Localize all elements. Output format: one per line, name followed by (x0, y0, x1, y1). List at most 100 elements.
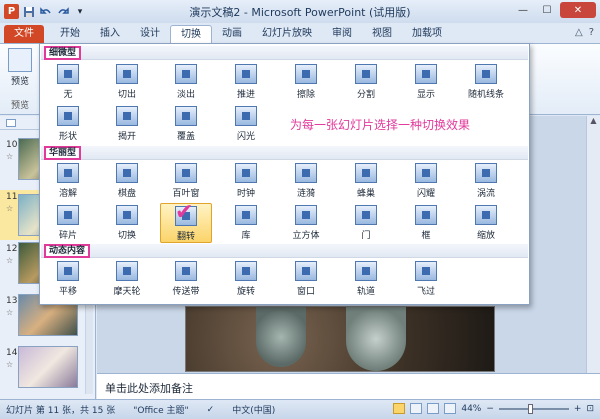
tab-design[interactable]: 设计 (130, 25, 170, 43)
tab-addins[interactable]: 加载项 (402, 25, 452, 43)
transition-item[interactable]: 门 (340, 203, 392, 243)
close-button[interactable]: ✕ (560, 2, 596, 18)
transition-item[interactable]: 擦除 (280, 62, 332, 102)
transition-item[interactable]: 缩放 (460, 203, 512, 243)
transition-item[interactable]: 立方体 (280, 203, 332, 243)
zoom-in-icon[interactable]: + (574, 404, 582, 414)
slide-number: 14 (6, 348, 18, 358)
transition-label: 库 (241, 231, 251, 241)
transition-icon (116, 205, 138, 225)
preview-group-name: 预览 (10, 101, 29, 111)
ribbon-minimize-icon[interactable]: △ (575, 27, 583, 38)
zoom-level[interactable]: 44% (461, 404, 481, 414)
transition-icon (355, 163, 377, 183)
transition-item[interactable]: 碎片 (42, 203, 94, 243)
transition-item[interactable]: 棋盘 (101, 161, 153, 201)
tab-review[interactable]: 审阅 (322, 25, 362, 43)
transition-label: 覆盖 (176, 132, 195, 142)
slide-number: 11 (6, 192, 18, 202)
transition-item[interactable]: 涡流 (460, 161, 512, 201)
help-icon[interactable]: ? (589, 27, 594, 38)
transition-item[interactable]: 溶解 (42, 161, 94, 201)
transition-item[interactable]: ✔ 翻转 (160, 202, 212, 243)
transition-item[interactable]: 推进 (220, 62, 272, 102)
transition-label: 棋盘 (117, 189, 136, 199)
window-title: 演示文稿2 - Microsoft PowerPoint (试用版) (189, 6, 411, 19)
preview-button[interactable]: 预览 (4, 48, 36, 87)
slide-vertical-scrollbar[interactable]: ▲ (586, 116, 600, 373)
transition-item[interactable]: 无 (42, 62, 94, 102)
language-status[interactable]: 中文(中国) (232, 403, 275, 416)
transition-label: 碎片 (58, 231, 77, 241)
transition-icon (295, 205, 317, 225)
scroll-up-icon[interactable]: ▲ (587, 116, 600, 128)
transition-icon (415, 261, 437, 281)
slide-number: 13 (6, 296, 18, 306)
transition-item[interactable]: 形状 (42, 104, 94, 144)
transition-icon (175, 261, 197, 281)
transition-item[interactable]: 随机线条 (460, 62, 512, 102)
transition-item[interactable]: 切换 (101, 203, 153, 243)
tab-home[interactable]: 开始 (50, 25, 90, 43)
fit-window-icon[interactable]: ⊡ (586, 404, 594, 414)
transition-item[interactable]: 库 (220, 203, 272, 243)
zoom-out-icon[interactable]: − (486, 404, 494, 414)
slide-canvas[interactable] (185, 306, 495, 372)
transition-label: 闪光 (236, 132, 255, 142)
gallery-section-header-exciting: 华丽型 (41, 146, 528, 160)
transition-label: 涟漪 (296, 189, 315, 199)
transition-item[interactable]: 显示 (400, 62, 452, 102)
tab-file[interactable]: 文件 (4, 25, 44, 43)
transition-item[interactable]: 闪耀 (400, 161, 452, 201)
transition-item[interactable]: 分割 (340, 62, 392, 102)
spellcheck-icon[interactable]: ✓ (207, 405, 215, 415)
transition-item[interactable]: 飞过 (400, 259, 452, 299)
transition-item[interactable]: 摩天轮 (101, 259, 153, 299)
transition-label: 随机线条 (467, 90, 504, 100)
zoom-slider[interactable] (498, 403, 569, 414)
ribbon-tabs: 文件 开始 插入 设计 切换 动画 幻灯片放映 审阅 视图 加载项 △ ? (0, 23, 600, 43)
transition-item[interactable]: 淡出 (160, 62, 212, 102)
transition-item[interactable]: 覆盖 (160, 104, 212, 144)
transition-label: 形状 (58, 132, 77, 142)
transition-label: 切换 (117, 231, 136, 241)
minimize-button[interactable]: — (512, 2, 534, 18)
transition-item[interactable]: 百叶窗 (160, 161, 212, 201)
zoom-slider-thumb[interactable] (527, 403, 533, 414)
transition-label: 门 (361, 231, 371, 241)
slide-sorter-view-button[interactable] (410, 403, 423, 414)
tab-transitions[interactable]: 切换 (170, 25, 212, 43)
maximize-button[interactable]: ☐ (536, 2, 558, 18)
transition-item[interactable]: 传送带 (160, 259, 212, 299)
transition-item[interactable]: 涟漪 (280, 161, 332, 201)
transition-icon (415, 205, 437, 225)
normal-view-button[interactable] (393, 403, 406, 414)
reading-view-button[interactable] (427, 403, 440, 414)
transition-icon (57, 261, 79, 281)
tab-animations[interactable]: 动画 (212, 25, 252, 43)
tab-slideshow[interactable]: 幻灯片放映 (252, 25, 322, 43)
transition-item[interactable]: 窗口 (280, 259, 332, 299)
transition-label: 无 (63, 90, 73, 100)
slide-transition-icon: ☆ (6, 204, 14, 213)
transition-item[interactable]: 时钟 (220, 161, 272, 201)
tab-insert[interactable]: 插入 (90, 25, 130, 43)
transition-item[interactable]: 平移 (42, 259, 94, 299)
transition-item[interactable]: 轨道 (340, 259, 392, 299)
transition-label: 窗口 (296, 287, 315, 297)
transition-item[interactable]: 揭开 (101, 104, 153, 144)
transition-item[interactable]: 闪光 (220, 104, 272, 144)
transition-item[interactable]: 切出 (101, 62, 153, 102)
transition-label: 框 (421, 231, 431, 241)
transition-icon (57, 106, 79, 126)
slide-thumbnail-row[interactable]: 14 ☆ (0, 346, 96, 396)
slideshow-view-button[interactable] (444, 403, 457, 414)
transition-label: 时钟 (236, 189, 255, 199)
transition-item[interactable]: 框 (400, 203, 452, 243)
tab-view[interactable]: 视图 (362, 25, 402, 43)
transition-item[interactable]: 蜂巢 (340, 161, 392, 201)
transition-item[interactable]: 旋转 (220, 259, 272, 299)
slides-tab-icon[interactable] (6, 118, 16, 127)
slide-thumbnail[interactable] (18, 346, 78, 388)
notes-pane[interactable]: 单击此处添加备注 (97, 373, 600, 399)
